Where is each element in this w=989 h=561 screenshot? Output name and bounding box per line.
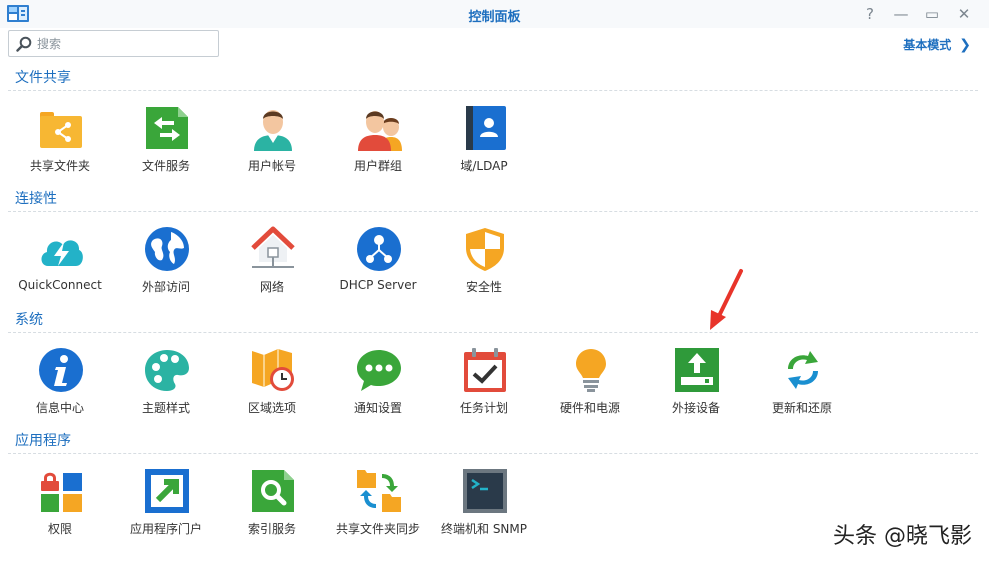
section-title-applications: 应用程序 [15,433,71,449]
tile-label: 外部访问 [141,280,190,294]
quickconnect-icon [41,240,83,266]
security-icon [466,228,504,271]
tile-label: 终端机和 SNMP [441,522,527,536]
tile-label: 更新和还原 [771,401,832,415]
maximize-button[interactable]: ▭ [921,3,943,25]
tile-task-scheduler[interactable]: 任务计划 [431,347,537,431]
tile-label: 应用程序门户 [129,522,202,536]
close-button[interactable]: ✕ [953,3,975,25]
tile-label: 安全性 [465,280,502,294]
help-button[interactable]: ? [859,3,881,25]
window-title: 控制面板 [468,10,521,25]
tile-terminal-snmp[interactable]: 终端机和 SNMP [431,468,537,552]
regional-options-icon [252,349,294,391]
tile-label: 权限 [47,522,72,536]
basic-mode-link[interactable]: 基本模式 ❯ [903,36,971,53]
tile-theme[interactable]: 主题样式 [113,347,219,431]
tile-label: 主题样式 [141,401,190,415]
section-divider [8,211,978,212]
search-icon [16,36,32,52]
privileges-icon [41,472,82,512]
network-icon [251,226,295,268]
section-title-system: 系统 [15,312,43,328]
tile-domain-ldap[interactable]: 域/LDAP [431,105,537,189]
section-divider [8,332,978,333]
shared-folder-icon [40,112,82,148]
tile-update-restore[interactable]: 更新和还原 [749,347,855,431]
theme-icon [145,350,189,391]
tile-external-access[interactable]: 外部访问 [113,226,219,310]
tile-label: 硬件和电源 [559,401,620,415]
tile-label: 域/LDAP [460,159,508,173]
tile-label: 索引服务 [247,522,296,536]
dhcp-server-icon [357,227,401,271]
search-box[interactable] [8,30,219,57]
tile-regional-options[interactable]: 区域选项 [219,347,325,431]
section-divider [8,90,978,91]
tile-file-services[interactable]: 文件服务 [113,105,219,189]
indexing-service-icon [252,470,294,512]
tile-notification[interactable]: 通知设置 [325,347,431,431]
tile-label: 用户群组 [353,159,402,173]
tile-label: 信息中心 [35,401,84,415]
tile-shared-folder[interactable]: 共享文件夹 [7,105,113,189]
tile-shared-folder-sync[interactable]: 共享文件夹同步 [325,468,431,552]
minimize-button[interactable]: — [890,3,912,25]
tile-label: DHCP Server [339,278,417,292]
shared-folder-sync-icon [357,470,401,512]
tile-label: 通知设置 [353,401,402,415]
external-access-icon [145,227,189,271]
user-account-icon [254,110,292,151]
tile-privileges[interactable]: 权限 [7,468,113,552]
tile-security[interactable]: 安全性 [431,226,537,310]
basic-mode-label: 基本模式 [903,38,952,52]
search-input[interactable] [37,34,215,53]
section-title-file-sharing: 文件共享 [15,70,71,86]
info-center-icon [39,348,83,392]
terminal-snmp-icon [463,469,507,513]
tile-hardware-power[interactable]: 硬件和电源 [537,347,643,431]
tile-label: 网络 [259,280,284,294]
tile-label: 共享文件夹 [29,159,90,173]
file-services-icon [146,107,188,149]
section-title-connectivity: 连接性 [15,191,57,207]
chevron-right-icon: ❯ [959,37,971,53]
watermark: 头条 @晓飞影 [833,524,972,549]
tile-user-group[interactable]: 用户群组 [325,105,431,189]
tile-label: 区域选项 [247,401,296,415]
tile-label: QuickConnect [18,278,102,292]
tile-label: 共享文件夹同步 [335,522,420,536]
application-portal-icon [145,469,189,513]
task-scheduler-icon [464,348,506,392]
red-annotation-arrow-icon [710,269,743,330]
update-restore-icon [788,351,818,389]
tile-application-portal[interactable]: 应用程序门户 [113,468,219,552]
title-bar: 控制面板 ? — ▭ ✕ [0,0,989,28]
tile-label: 任务计划 [459,401,508,415]
hardware-power-icon [576,349,606,392]
tile-label: 外接设备 [671,401,720,415]
tile-indexing-service[interactable]: 索引服务 [219,468,325,552]
external-devices-icon [675,348,719,392]
notification-icon [357,350,401,391]
tile-network[interactable]: 网络 [219,226,325,310]
tile-external-devices[interactable]: 外接设备 [643,347,749,431]
tile-user-account[interactable]: 用户帐号 [219,105,325,189]
tile-dhcp-server[interactable]: DHCP Server [325,226,431,310]
user-group-icon [358,111,402,151]
tile-quickconnect[interactable]: QuickConnect [7,226,113,310]
tile-info-center[interactable]: 信息中心 [7,347,113,431]
domain-ldap-icon [466,106,506,150]
tile-label: 文件服务 [141,159,190,173]
section-divider [8,453,978,454]
tile-label: 用户帐号 [247,159,296,173]
